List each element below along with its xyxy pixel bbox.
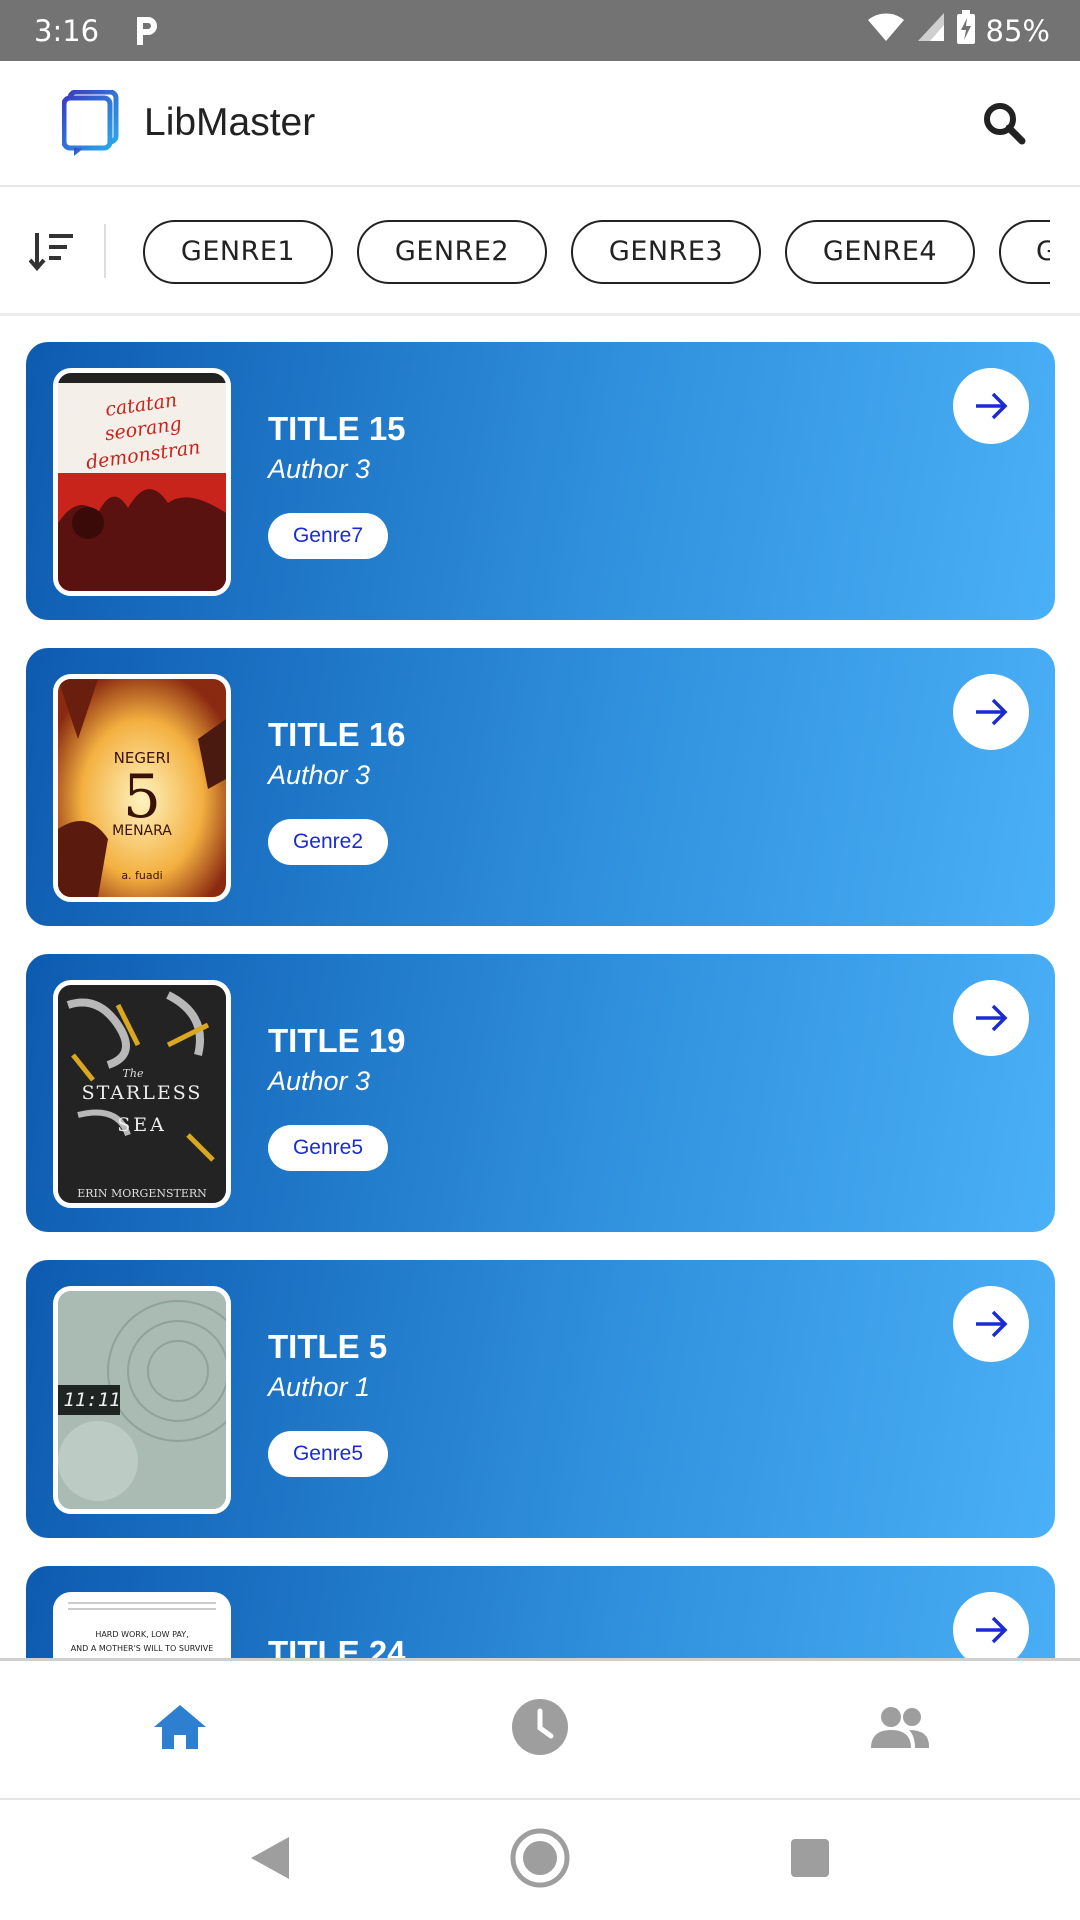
arrow-right-icon[interactable] [953, 1286, 1029, 1362]
book-card[interactable]: 11:11 TITLE 5 Author 1 Genre5 [26, 1260, 1055, 1538]
book-title: TITLE 15 [268, 410, 406, 447]
book-title: TITLE 24 [268, 1634, 406, 1658]
book-card[interactable]: HARD WORK, LOW PAY, AND A MOTHER'S WILL … [26, 1566, 1055, 1658]
back-icon[interactable] [249, 1835, 291, 1886]
book-list: catatan seorang demonstran TITLE 15 Auth… [0, 318, 1080, 1658]
arrow-right-icon[interactable] [953, 368, 1029, 444]
battery-charging-icon [956, 10, 976, 51]
recents-icon[interactable] [789, 1837, 831, 1884]
book-card[interactable]: catatan seorang demonstran TITLE 15 Auth… [26, 342, 1055, 620]
genre-badge: Genre7 [268, 513, 388, 559]
cover-text: HARD WORK, LOW PAY, [95, 1630, 188, 1639]
cover-text: AND A MOTHER'S WILL TO SURVIVE [71, 1644, 214, 1653]
bottom-navigation [0, 1658, 1080, 1798]
cover-text: ERIN MORGENSTERN [77, 1187, 207, 1200]
nav-home[interactable] [0, 1661, 360, 1798]
app-logo-icon [61, 89, 120, 156]
genre-chip[interactable]: GENRE2 [357, 219, 547, 284]
filter-bar: GENRE1 GENRE2 GENRE3 GENRE4 G [0, 188, 1080, 316]
book-author: Author 3 [268, 454, 371, 484]
cell-signal-icon [916, 11, 946, 50]
genre-chip[interactable]: GENRE3 [571, 219, 761, 284]
book-cover: catatan seorang demonstran [53, 368, 231, 596]
book-cover: NEGERI 5 MENARA a. fuadi [53, 674, 231, 902]
parking-notification-icon [129, 14, 163, 48]
book-card[interactable]: NEGERI 5 MENARA a. fuadi TITLE 16 Author… [26, 648, 1055, 926]
book-title: TITLE 5 [268, 1328, 388, 1365]
genre-badge: Genre5 [268, 1431, 388, 1477]
cover-text: MENARA [112, 823, 172, 839]
search-icon[interactable] [978, 97, 1030, 149]
genre-chip[interactable]: GENRE4 [785, 219, 975, 284]
cover-text: 11:11 [63, 1389, 120, 1411]
book-cover: The STARLESS SEA ERIN MORGENSTERN [53, 980, 231, 1208]
clock-icon [511, 1698, 569, 1761]
sort-icon[interactable] [0, 188, 104, 313]
cover-text: a. fuadi [121, 869, 162, 882]
home-icon [152, 1703, 208, 1756]
people-icon [869, 1706, 931, 1753]
cover-text: The [123, 1067, 144, 1080]
nav-people[interactable] [720, 1661, 1080, 1798]
home-circle-icon[interactable] [510, 1828, 570, 1893]
book-title: TITLE 19 [268, 1022, 406, 1059]
cover-text: 5 [123, 762, 161, 832]
wifi-icon [866, 11, 906, 50]
book-author: Author 3 [268, 1066, 371, 1096]
genre-badge: Genre5 [268, 1125, 388, 1171]
app-title: LibMaster [144, 101, 316, 144]
arrow-right-icon[interactable] [953, 1592, 1029, 1658]
genre-badge: Genre2 [268, 819, 388, 865]
genre-chip[interactable]: G [999, 219, 1050, 284]
arrow-right-icon[interactable] [953, 674, 1029, 750]
status-time: 3:16 [34, 13, 100, 48]
system-navigation-bar [0, 1798, 1080, 1920]
status-bar: 3:16 85% [0, 0, 1080, 61]
nav-history[interactable] [360, 1661, 720, 1798]
book-cover: HARD WORK, LOW PAY, AND A MOTHER'S WILL … [53, 1592, 231, 1658]
cover-text: STARLESS [82, 1082, 203, 1104]
battery-percent: 85% [985, 13, 1050, 48]
book-cover: 11:11 [53, 1286, 231, 1514]
app-bar: LibMaster [0, 61, 1080, 187]
genre-chip[interactable]: GENRE1 [143, 219, 333, 284]
cover-text: SEA [117, 1114, 167, 1136]
book-author: Author 3 [268, 760, 371, 790]
book-author: Author 1 [268, 1372, 371, 1402]
arrow-right-icon[interactable] [953, 980, 1029, 1056]
genre-chip-list: GENRE1 GENRE2 GENRE3 GENRE4 G [106, 188, 1050, 313]
book-title: TITLE 16 [268, 716, 406, 753]
book-card[interactable]: The STARLESS SEA ERIN MORGENSTERN TITLE … [26, 954, 1055, 1232]
